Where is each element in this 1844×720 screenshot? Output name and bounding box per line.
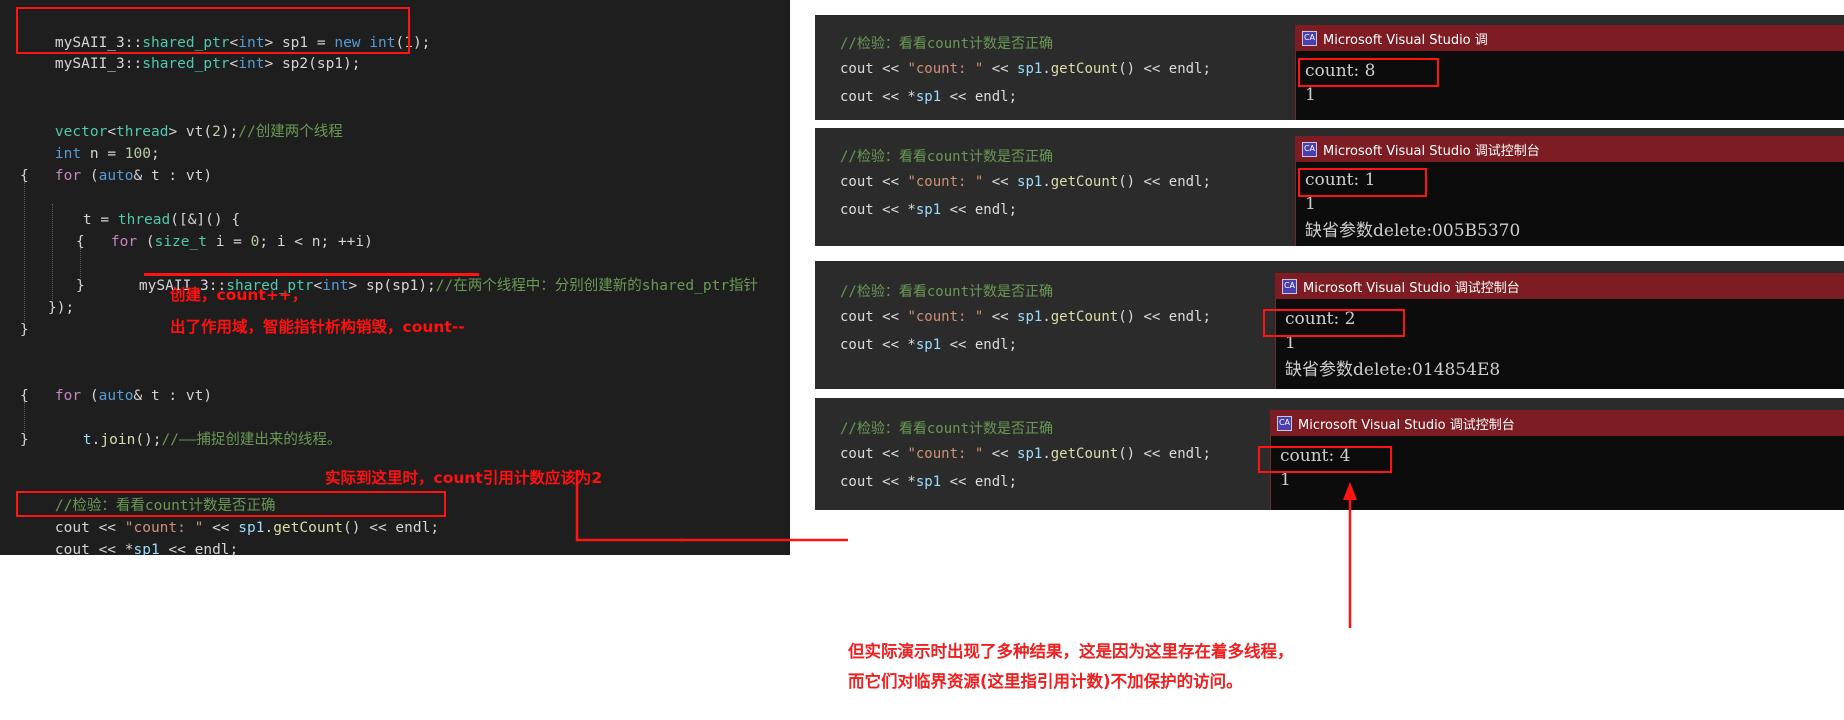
- visual-studio-icon: CA: [1282, 278, 1297, 294]
- code-line-lambda-end: });: [48, 300, 75, 316]
- panel-4-code-cout-count: cout << "count: " << sp1.getCount() << e…: [840, 446, 1211, 462]
- console-title-bar-1: CA Microsoft Visual Studio 调: [1295, 25, 1844, 51]
- caption-line-1: 但实际演示时出现了多种结果，这是因为这里存在着多线程，: [848, 642, 1294, 661]
- code-line-brace-close-3: }: [20, 432, 29, 448]
- panel-1-code-cout-deref: cout << *sp1 << endl;: [840, 89, 1018, 105]
- console-output-line: 1: [1280, 470, 1291, 490]
- console-output-line: 1: [1305, 85, 1316, 105]
- console-title-text-3: Microsoft Visual Studio 调试控制台: [1303, 280, 1520, 296]
- panel-1-code-cout-count: cout << "count: " << sp1.getCount() << e…: [840, 61, 1211, 77]
- indent-guide: [24, 402, 25, 432]
- connector-line: [575, 470, 685, 542]
- console-title-text-2: Microsoft Visual Studio 调试控制台: [1323, 143, 1540, 159]
- panel-4-code-comment: //检验：看看count计数是否正确: [840, 421, 1054, 437]
- highlight-box-count-3: [1263, 309, 1405, 337]
- console-title-bar-4: CA Microsoft Visual Studio 调试控制台: [1270, 410, 1844, 436]
- panel-result-1: //检验：看看count计数是否正确 cout << "count: " << …: [815, 15, 1844, 120]
- panel-result-3: //检验：看看count计数是否正确 cout << "count: " << …: [815, 261, 1844, 389]
- panel-3-code-cout-count: cout << "count: " << sp1.getCount() << e…: [840, 309, 1211, 325]
- console-output-line: 1: [1305, 194, 1316, 214]
- console-output-line: 缺省参数delete:014854E8: [1285, 360, 1501, 380]
- visual-studio-icon: CA: [1277, 415, 1292, 431]
- arrow-up-to-panel-4: [1343, 482, 1357, 628]
- console-title-bar-3: CA Microsoft Visual Studio 调试控制台: [1275, 273, 1844, 299]
- visual-studio-icon: CA: [1302, 30, 1317, 46]
- console-output-line: 缺省参数delete:005B5370: [1305, 221, 1521, 241]
- code-line-join: t.join();//——捕捉创建出来的线程。: [82, 431, 342, 448]
- console-title-bar-2: CA Microsoft Visual Studio 调试控制台: [1295, 136, 1844, 162]
- panel-1-code-comment: //检验：看看count计数是否正确: [840, 36, 1054, 52]
- console-left-edge-2: [1295, 162, 1296, 246]
- connector-line-extension: [680, 538, 848, 542]
- console-left-edge-1: [1295, 51, 1296, 120]
- annotation-expected-count: 实际到这里时，count引用计数应该为2: [325, 469, 603, 487]
- annotation-scope-destroy-count-dec: 出了作用域，智能指针析构销毁，count--: [170, 318, 465, 336]
- annotation-create-count-inc: 创建，count++，: [170, 286, 308, 304]
- console-title-text-4: Microsoft Visual Studio 调试控制台: [1298, 417, 1515, 433]
- highlight-box-count-2: [1298, 168, 1427, 197]
- panel-2-code-cout-deref: cout << *sp1 << endl;: [840, 202, 1018, 218]
- console-title-text-1: Microsoft Visual Studio 调: [1323, 32, 1488, 48]
- panel-3-code-comment: //检验：看看count计数是否正确: [840, 284, 1054, 300]
- highlight-box-top-snippet: [16, 7, 410, 54]
- panel-3-code-cout-deref: cout << *sp1 << endl;: [840, 337, 1018, 353]
- code-line-cout-deref: cout << *sp1 << endl;: [54, 541, 239, 556]
- indent-guide: [52, 204, 53, 300]
- indent-guide: [24, 182, 25, 322]
- underline-sp-create: [144, 273, 479, 276]
- panel-result-2: //检验：看看count计数是否正确 cout << "count: " << …: [815, 128, 1844, 246]
- highlight-box-count-4: [1258, 446, 1392, 473]
- panel-2-code-comment: //检验：看看count计数是否正确: [840, 149, 1054, 165]
- panel-2-code-cout-count: cout << "count: " << sp1.getCount() << e…: [840, 174, 1211, 190]
- visual-studio-icon: CA: [1302, 141, 1317, 157]
- highlight-box-count-1: [1298, 58, 1439, 87]
- indent-guide: [80, 248, 81, 280]
- panel-4-code-cout-deref: cout << *sp1 << endl;: [840, 474, 1018, 490]
- caption-line-2: 而它们对临界资源(这里指引用计数)不加保护的访问。: [848, 672, 1243, 691]
- code-line-sp-create: mySAII_3::shared_ptr<int> sp(sp1);//在两个线…: [138, 277, 759, 294]
- highlight-box-cout-count: [16, 491, 446, 517]
- code-line-brace-close-1: }: [20, 322, 29, 338]
